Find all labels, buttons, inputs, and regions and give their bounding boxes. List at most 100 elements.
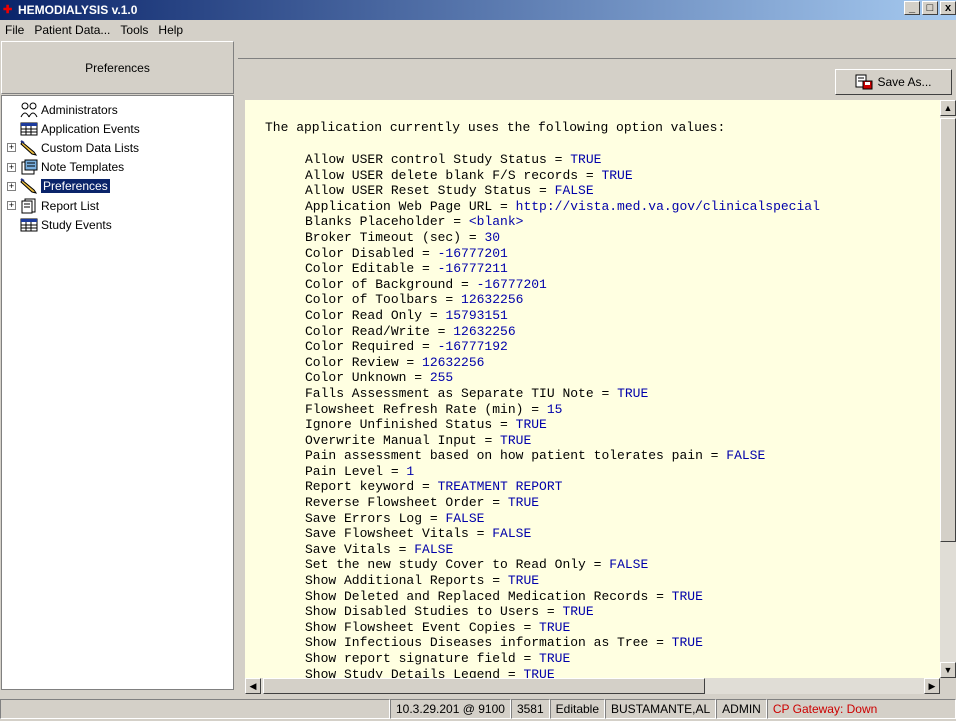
option-line: Color Review = 12632256: [305, 354, 485, 370]
option-value: FALSE: [554, 183, 594, 199]
window-title: HEMODIALYSIS v.1.0: [18, 3, 138, 17]
menu-patient-data[interactable]: Patient Data...: [29, 23, 115, 37]
option-value: -16777192: [437, 339, 508, 355]
tree-item-preferences[interactable]: + Preferences: [7, 177, 110, 196]
expand-icon[interactable]: +: [7, 181, 16, 191]
option-key: Save Errors Log: [305, 510, 423, 526]
option-key: Color Read/Write: [305, 323, 430, 339]
option-value: FALSE: [609, 557, 649, 573]
save-as-button[interactable]: Save As...: [835, 69, 952, 95]
option-value: 1: [406, 463, 415, 479]
status-count: 3581: [510, 699, 550, 719]
option-value: TRUE: [671, 588, 703, 604]
option-key: Show Study Details Legend: [305, 666, 501, 678]
option-value: 12632256: [461, 292, 524, 308]
app-logo-icon: ✚: [3, 4, 13, 16]
option-key: Color Unknown: [305, 370, 407, 386]
option-values-memo[interactable]: The application currently uses the follo…: [245, 100, 940, 678]
option-line: Show Deleted and Replaced Medication Rec…: [305, 588, 703, 604]
option-key: Allow USER control Study Status: [305, 152, 547, 167]
menu-help[interactable]: Help: [153, 23, 188, 37]
scroll-down-arrow-icon[interactable]: ▼: [940, 662, 956, 678]
option-value: TRUE: [570, 152, 602, 167]
option-key: Show Disabled Studies to Users: [305, 604, 540, 620]
expand-icon[interactable]: +: [7, 143, 16, 153]
status-blank: [0, 699, 390, 719]
option-line: Show Flowsheet Event Copies = TRUE: [305, 619, 571, 635]
option-line: Allow USER delete blank F/S records = TR…: [305, 167, 633, 183]
scroll-up-arrow-icon[interactable]: ▲: [940, 100, 956, 116]
tree-item-administrators[interactable]: Administrators: [20, 100, 118, 119]
vertical-scrollbar[interactable]: ▲ ▼: [940, 100, 956, 678]
vertical-scroll-thumb[interactable]: [940, 118, 956, 542]
option-key: Set the new study Cover to Read Only: [305, 557, 586, 573]
preferences-header: Preferences: [1, 41, 234, 94]
save-as-icon: [855, 74, 873, 90]
status-role: ADMIN: [716, 699, 767, 719]
scroll-right-arrow-icon[interactable]: ▶: [924, 678, 940, 694]
expand-icon[interactable]: +: [7, 162, 16, 172]
option-value: -16777211: [437, 261, 508, 277]
tree-item-label: Note Templates: [41, 160, 125, 175]
option-line: Allow USER Reset Study Status = FALSE: [305, 183, 594, 199]
title-bar: ✚ HEMODIALYSIS v.1.0 _ □ x: [0, 0, 956, 20]
option-key: Overwrite Manual Input: [305, 432, 477, 448]
option-line: Save Errors Log = FALSE: [305, 510, 485, 526]
option-line: Overwrite Manual Input = TRUE: [305, 432, 532, 448]
horizontal-scroll-thumb[interactable]: [263, 678, 705, 694]
menu-tools[interactable]: Tools: [115, 23, 153, 37]
minimize-button[interactable]: _: [904, 1, 920, 15]
tree-item-label: Study Events: [41, 217, 112, 232]
maximize-button[interactable]: □: [922, 1, 938, 15]
option-line: Color Read Only = 15793151: [305, 307, 508, 323]
preferences-tree[interactable]: Administrators Application Events + Custom …: [1, 95, 234, 690]
tree-item-custom-data-lists[interactable]: + Custom Data Lists: [7, 138, 139, 157]
option-value: -16777201: [437, 245, 508, 261]
scroll-left-arrow-icon[interactable]: ◀: [245, 678, 261, 694]
option-value: <blank>: [468, 214, 524, 230]
option-line: Pain Level = 1: [305, 463, 415, 479]
option-key: Pain assessment based on how patient tol…: [305, 448, 703, 464]
option-key: Show report signature field: [305, 651, 516, 666]
option-line: Show Disabled Studies to Users = TRUE: [305, 604, 594, 620]
note-icon: [20, 159, 38, 175]
save-as-label: Save As...: [877, 75, 932, 89]
tree-item-application-events[interactable]: Application Events: [20, 119, 140, 138]
expand-icon[interactable]: +: [7, 201, 16, 210]
grid-icon: [20, 121, 38, 137]
option-key: Falls Assessment as Separate TIU Note: [305, 385, 594, 401]
option-line: Report keyword = TREATMENT REPORT: [305, 479, 563, 495]
option-line: Falls Assessment as Separate TIU Note = …: [305, 385, 649, 401]
option-key: Application Web Page URL: [305, 198, 493, 214]
option-value: TRUE: [515, 417, 547, 433]
option-line: Broker Timeout (sec) = 30: [305, 229, 501, 245]
option-line: Save Vitals = FALSE: [305, 541, 454, 557]
tree-item-report-list[interactable]: + Report List: [7, 196, 99, 215]
option-value: TRUE: [500, 432, 532, 448]
option-line: Save Flowsheet Vitals = FALSE: [305, 526, 532, 542]
option-key: Report keyword: [305, 479, 415, 495]
option-key: Save Flowsheet Vitals: [305, 526, 469, 542]
option-value: TRUE: [601, 167, 633, 183]
option-value: 12632256: [453, 323, 516, 339]
option-key: Color Disabled: [305, 245, 415, 261]
horizontal-scrollbar[interactable]: ◀ ▶: [245, 678, 940, 694]
option-key: Color of Background: [305, 276, 454, 292]
close-button[interactable]: x: [940, 1, 956, 15]
option-value: -16777201: [476, 276, 547, 292]
status-gateway: CP Gateway: Down: [766, 699, 956, 719]
tree-item-study-events[interactable]: Study Events: [20, 215, 112, 234]
report-icon: [20, 198, 38, 214]
option-key: Reverse Flowsheet Order: [305, 495, 485, 511]
menu-file[interactable]: File: [0, 23, 29, 37]
tree-item-note-templates[interactable]: + Note Templates: [7, 158, 125, 177]
people-icon: [20, 102, 38, 118]
option-line: Color Required = -16777192: [305, 339, 508, 355]
option-value: TRUE: [562, 604, 594, 620]
option-key: Flowsheet Refresh Rate (min): [305, 401, 524, 417]
status-server: 10.3.29.201 @ 9100: [390, 699, 511, 719]
option-value: FALSE: [726, 448, 766, 464]
option-key: Ignore Unfinished Status: [305, 417, 493, 433]
option-line: Reverse Flowsheet Order = TRUE: [305, 495, 540, 511]
option-key: Color Editable: [305, 261, 415, 277]
